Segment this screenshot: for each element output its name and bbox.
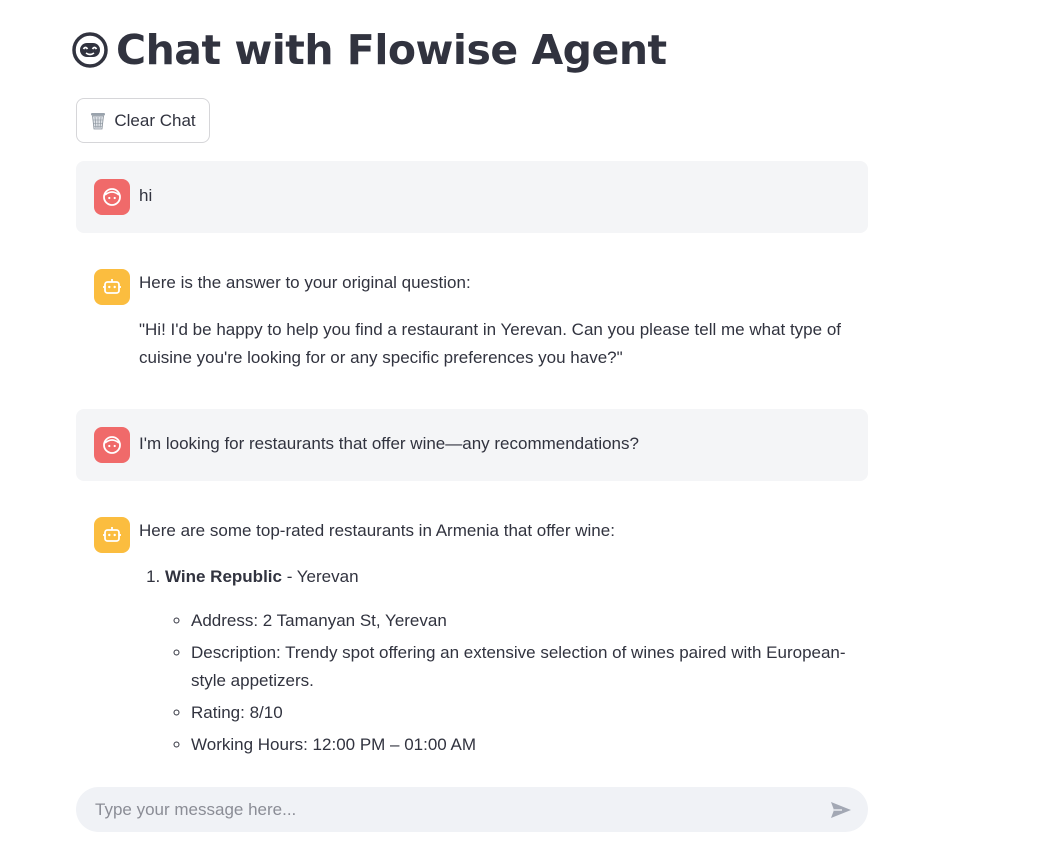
wastebasket-icon [91,112,106,129]
message-text: hi [139,186,153,205]
detail-item: Working Hours: 12:00 PM – 01:00 AM [191,731,848,759]
chat-message-user: hi [76,161,868,233]
message-content: Here is the answer to your original ques… [139,269,848,372]
user-avatar [94,427,130,463]
assistant-avatar [94,517,130,553]
assistant-avatar [94,269,130,305]
restaurant-name: Wine Republic [165,567,282,586]
clear-chat-label: Clear Chat [114,110,196,130]
chat-message-assistant: Here is the answer to your original ques… [76,251,868,391]
page-title: Chat with Flowise Agent [116,26,667,74]
message-intro: Here is the answer to your original ques… [139,273,471,292]
chat-input[interactable] [76,799,826,820]
restaurant-list: Wine Republic - Yerevan Address: 2 Taman… [139,563,848,759]
message-text: I'm looking for restaurants that offer w… [139,434,639,453]
chat-message-assistant: Here are some top-rated restaurants in A… [76,499,868,779]
message-body: "Hi! I'd be happy to help you find a res… [139,320,841,367]
restaurant-details: Address: 2 Tamanyan St, Yerevan Descript… [165,607,848,759]
detail-item: Rating: 8/10 [191,699,848,727]
user-avatar [94,179,130,215]
detail-item: Address: 2 Tamanyan St, Yerevan [191,607,848,635]
robot-face-icon [72,32,108,68]
send-button[interactable] [826,798,856,822]
send-icon [831,801,851,818]
chat-input-bar [76,787,868,832]
message-content: Here are some top-rated restaurants in A… [139,517,848,763]
list-item: Wine Republic - Yerevan Address: 2 Taman… [165,563,848,759]
restaurant-location: - Yerevan [281,567,359,586]
detail-item: Description: Trendy spot offering an ext… [191,639,848,695]
clear-chat-button[interactable]: Clear Chat [76,98,210,143]
robot-icon [103,527,121,542]
robot-icon [103,279,121,294]
page-header: Chat with Flowise Agent [72,26,667,74]
user-face-icon [103,436,121,454]
message-intro: Here are some top-rated restaurants in A… [139,521,615,540]
user-face-icon [103,188,121,206]
chat-message-user: I'm looking for restaurants that offer w… [76,409,868,481]
